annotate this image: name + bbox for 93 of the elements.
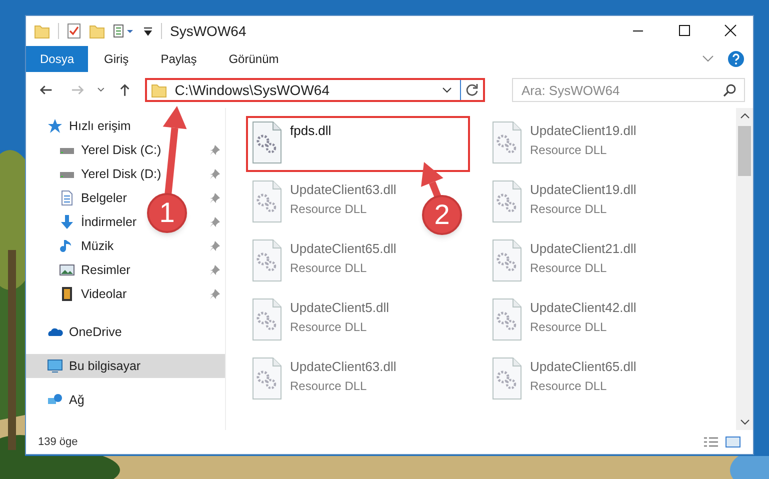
- film-icon: [59, 286, 75, 302]
- file-type: Resource DLL: [530, 318, 608, 336]
- nav-label: Yerel Disk (C:): [81, 142, 162, 159]
- nav-item[interactable]: İndirmeler: [59, 210, 141, 234]
- file-item[interactable]: UpdateClient65.dll Resource DLL: [486, 352, 642, 408]
- scrollbar[interactable]: [736, 108, 753, 430]
- nav-label: Yerel Disk (D:): [81, 166, 162, 183]
- file-name: UpdateClient63.dll: [290, 181, 396, 199]
- file-type: Resource DLL: [290, 260, 368, 276]
- search-icon: [722, 83, 737, 97]
- file-name: UpdateClient19.dll: [530, 181, 636, 199]
- download-icon: [59, 214, 75, 230]
- file-item[interactable]: UpdateClient63.dll Resource DLL: [246, 175, 402, 231]
- nav-item[interactable]: Yerel Disk (D:): [59, 162, 166, 186]
- dropdown-icon: [442, 86, 452, 94]
- nav-item[interactable]: Bu bilgisayar: [26, 354, 225, 378]
- customize-toolbar-icon: [143, 25, 153, 37]
- file-type: Resource DLL: [530, 142, 608, 158]
- new-folder-icon: [89, 23, 105, 39]
- details-view-icon: [703, 435, 719, 449]
- view-options-icon: [113, 23, 135, 39]
- file-gear-icon: [491, 239, 523, 283]
- file-type: Resource DLL: [290, 318, 368, 336]
- nav-label: Bu bilgisayar: [69, 358, 141, 375]
- file-name: UpdateClient21.dll: [530, 240, 636, 258]
- nav-item[interactable]: Ağ: [26, 388, 225, 412]
- file-type: Resource DLL: [530, 260, 608, 276]
- nav-label: Belgeler: [81, 190, 127, 207]
- nav-item[interactable]: Hızlı erişim: [26, 114, 225, 138]
- file-name: UpdateClient19.dll: [530, 122, 636, 140]
- file-name: fpds.dll: [290, 122, 332, 140]
- file-gear-icon: [491, 298, 523, 342]
- file-item[interactable]: UpdateClient65.dll Resource DLL: [246, 234, 402, 290]
- file-name: UpdateClient5.dll: [290, 299, 390, 317]
- folder-icon: [34, 23, 50, 39]
- minimize-icon: [633, 30, 643, 32]
- nav-item[interactable]: Yerel Disk (C:): [59, 138, 166, 162]
- item-count: 139 öge: [38, 434, 79, 450]
- search-field[interactable]: Ara: SysWOW64: [512, 78, 745, 102]
- monitor-icon: [47, 358, 63, 374]
- file-gear-icon: [251, 298, 283, 342]
- ribbon-tab[interactable]: Görünüm: [212, 46, 295, 72]
- nav-label: Ağ: [69, 392, 84, 409]
- address-path: C:\Windows\SysWOW64: [174, 80, 330, 100]
- star-icon: [47, 118, 63, 134]
- file-item[interactable]: UpdateClient42.dll Resource DLL: [486, 293, 642, 349]
- file-gear-icon: [491, 121, 523, 165]
- nav-label: Videolar: [81, 286, 127, 303]
- nav-label: Resimler: [81, 262, 130, 279]
- nav-label: Müzik: [81, 238, 114, 255]
- ribbon-tab[interactable]: Dosya: [26, 46, 88, 72]
- file-item[interactable]: fpds.dll: [246, 116, 470, 172]
- file-item[interactable]: UpdateClient5.dll Resource DLL: [246, 293, 396, 349]
- window-title: SysWOW64: [170, 22, 248, 41]
- nav-item[interactable]: Müzik: [59, 234, 118, 258]
- scroll-up-icon: [740, 112, 750, 120]
- nav-item[interactable]: Belgeler: [59, 186, 131, 210]
- file-item[interactable]: UpdateClient19.dll Resource DLL: [486, 116, 642, 172]
- file-item[interactable]: UpdateClient63.dll Resource DLL: [246, 352, 402, 408]
- expand-ribbon-icon: [701, 54, 715, 64]
- help-icon: [727, 50, 745, 68]
- properties-icon: [67, 23, 81, 39]
- file-name: UpdateClient65.dll: [530, 358, 636, 376]
- file-item[interactable]: UpdateClient21.dll Resource DLL: [486, 234, 642, 290]
- file-gear-icon: [251, 357, 283, 401]
- scroll-down-icon: [740, 418, 750, 426]
- file-type: Resource DLL: [290, 200, 368, 218]
- ribbon-tab[interactable]: Giriş: [88, 46, 145, 72]
- file-name: UpdateClient63.dll: [290, 358, 396, 376]
- scroll-thumb[interactable]: [738, 126, 751, 176]
- nav-label: İndirmeler: [81, 214, 137, 231]
- file-gear-icon: [491, 180, 523, 224]
- file-gear-icon: [251, 121, 283, 165]
- nav-label: Hızlı erişim: [69, 118, 131, 135]
- file-type: Resource DLL: [530, 200, 608, 218]
- document-icon: [59, 190, 75, 206]
- file-gear-icon: [251, 180, 283, 224]
- file-name: UpdateClient42.dll: [530, 299, 636, 317]
- large-icons-view-icon: [725, 435, 741, 449]
- file-item[interactable]: UpdateClient19.dll Resource DLL: [486, 175, 642, 231]
- ribbon-tab[interactable]: Paylaş: [144, 46, 213, 72]
- folder-icon: [150, 82, 167, 98]
- nav-item[interactable]: Videolar: [59, 282, 131, 306]
- nav-item[interactable]: Resimler: [59, 258, 134, 282]
- file-type: Resource DLL: [290, 378, 368, 394]
- image-icon: [59, 262, 75, 278]
- file-gear-icon: [251, 239, 283, 283]
- nav-item[interactable]: OneDrive: [26, 320, 225, 344]
- file-name: UpdateClient65.dll: [290, 240, 396, 258]
- file-gear-icon: [491, 357, 523, 401]
- address-bar[interactable]: C:\Windows\SysWOW64: [144, 78, 485, 102]
- file-type: Resource DLL: [530, 378, 608, 394]
- nav-label: OneDrive: [69, 324, 122, 341]
